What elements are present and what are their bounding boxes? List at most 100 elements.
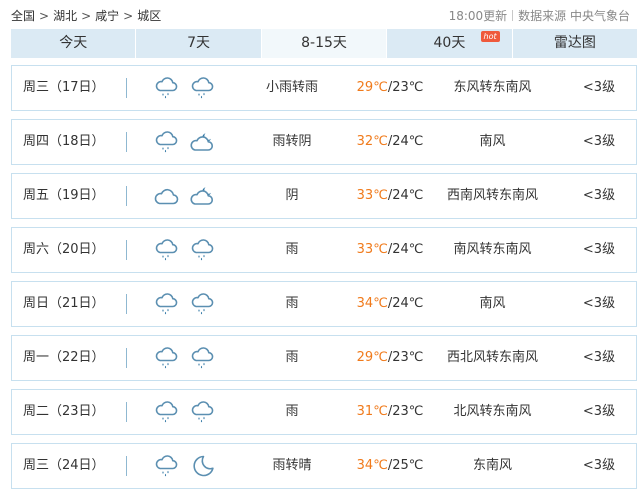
- temp-high: 29℃: [356, 350, 388, 365]
- top-bar: 全国 > 湖北 > 咸宁 > 城区 18:00更新 数据来源 中央气象台: [0, 0, 641, 30]
- temp-low: /24℃: [387, 134, 424, 149]
- forecast-row: 周三（17日） 小雨转雨 29℃/23℃ 东风转东南风 <3级: [11, 65, 637, 111]
- weather-description: 雨: [285, 350, 299, 365]
- update-time: 18:00更新: [448, 9, 508, 23]
- forecast-list: 周三（17日） 小雨转雨 29℃/23℃ 东风转东南风 <3级 周四（18日） …: [11, 65, 637, 497]
- temperature: 32℃/24℃: [352, 120, 428, 164]
- tab-label: 40天: [433, 35, 466, 51]
- temp-low: /24℃: [387, 296, 424, 311]
- rain-cloud-icon: [189, 292, 215, 316]
- wind-level: <3级: [582, 242, 616, 257]
- rain-cloud-icon: [153, 76, 179, 100]
- row-divider: [126, 294, 127, 314]
- weather-description: 雨: [285, 296, 299, 311]
- rain-cloud-icon: [153, 292, 179, 316]
- temperature: 33℃/24℃: [352, 228, 428, 272]
- wind-level: <3级: [582, 188, 616, 203]
- temp-high: 34℃: [356, 458, 388, 473]
- temp-high: 31℃: [356, 404, 388, 419]
- temp-high: 33℃: [356, 242, 388, 257]
- weather-icons: [153, 238, 215, 262]
- rain-cloud-icon: [189, 346, 215, 370]
- wind-level: <3级: [582, 80, 616, 95]
- temperature: 29℃/23℃: [352, 336, 428, 380]
- weather-icons: [153, 400, 215, 424]
- wind-direction: 南风: [479, 296, 506, 311]
- rain-cloud-icon: [153, 238, 179, 262]
- temp-low: /25℃: [387, 458, 424, 473]
- tab-today[interactable]: 今天: [11, 29, 137, 58]
- forecast-row: 周二（23日） 雨 31℃/23℃ 北风转东南风 <3级: [11, 389, 637, 435]
- weather-description: 雨转晴: [272, 458, 312, 473]
- day-label: 周三（17日）: [23, 80, 105, 95]
- temperature: 34℃/25℃: [352, 444, 428, 488]
- wind-direction: 北风转东南风: [453, 404, 532, 419]
- day-label: 周三（24日）: [23, 458, 105, 473]
- day-label: 周一（22日）: [23, 350, 105, 365]
- wind-direction: 西北风转东南风: [446, 350, 538, 365]
- breadcrumb-link-province[interactable]: 湖北: [53, 9, 77, 23]
- rain-cloud-icon: [189, 76, 215, 100]
- wind-level: <3级: [582, 134, 616, 149]
- divider: [512, 10, 514, 21]
- row-divider: [126, 456, 127, 476]
- rain-cloud-icon: [153, 346, 179, 370]
- row-divider: [126, 186, 127, 206]
- source-label: 数据来源 中央气象台: [518, 9, 630, 23]
- moon-icon: [189, 454, 215, 478]
- forecast-tabs: 今天 7天 8-15天 40天 hot 雷达图: [11, 29, 637, 58]
- temp-low: /23℃: [387, 80, 424, 95]
- forecast-row: 周五（19日） 阴 33℃/24℃ 西南风转东南风 <3级: [11, 173, 637, 219]
- weather-description: 雨: [285, 404, 299, 419]
- weather-description: 阴: [285, 188, 299, 203]
- forecast-row: 周六（20日） 雨 33℃/24℃ 南风转东南风 <3级: [11, 227, 637, 273]
- weather-icons: [153, 184, 215, 208]
- day-label: 周二（23日）: [23, 404, 105, 419]
- cloud-icon: [153, 184, 179, 208]
- tab-7-days[interactable]: 7天: [136, 29, 262, 58]
- wind-direction: 东风转东南风: [453, 80, 532, 95]
- breadcrumb-current-district: 城区: [137, 9, 162, 23]
- temperature: 34℃/24℃: [352, 282, 428, 326]
- weather-icons: [153, 130, 215, 154]
- temp-low: /24℃: [387, 242, 424, 257]
- breadcrumb-link-city[interactable]: 咸宁: [95, 9, 119, 23]
- temp-high: 34℃: [356, 296, 388, 311]
- temperature: 33℃/24℃: [352, 174, 428, 218]
- wind-level: <3级: [582, 458, 616, 473]
- weather-icons: [153, 76, 215, 100]
- row-divider: [126, 348, 127, 368]
- temperature: 29℃/23℃: [352, 66, 428, 110]
- rain-cloud-icon: [189, 400, 215, 424]
- forecast-row: 周三（24日） 雨转晴 34℃/25℃ 东南风 <3级: [11, 443, 637, 489]
- day-label: 周日（21日）: [23, 296, 105, 311]
- data-source-info: 18:00更新 数据来源 中央气象台: [449, 7, 630, 24]
- tab-40-days[interactable]: 40天 hot: [387, 29, 513, 58]
- forecast-row: 周日（21日） 雨 34℃/24℃ 南风 <3级: [11, 281, 637, 327]
- temp-high: 29℃: [356, 80, 388, 95]
- rain-cloud-icon: [153, 130, 179, 154]
- breadcrumb-separator: >: [81, 9, 92, 23]
- rain-cloud-icon: [153, 400, 179, 424]
- rain-cloud-icon: [153, 454, 179, 478]
- row-divider: [126, 132, 127, 152]
- wind-direction: 南风转东南风: [453, 242, 532, 257]
- breadcrumb-separator: >: [123, 9, 134, 23]
- tab-8-15-days[interactable]: 8-15天: [261, 29, 388, 58]
- row-divider: [126, 402, 127, 422]
- day-label: 周六（20日）: [23, 242, 105, 257]
- tab-radar[interactable]: 雷达图: [513, 29, 637, 58]
- weather-description: 雨: [285, 242, 299, 257]
- tab-label: 8-15天: [301, 35, 347, 51]
- temp-high: 32℃: [356, 134, 388, 149]
- temp-low: /24℃: [387, 188, 424, 203]
- breadcrumb-separator: >: [39, 9, 50, 23]
- weather-icons: [153, 454, 215, 478]
- weather-icons: [153, 292, 215, 316]
- wind-direction: 东南风: [472, 458, 512, 473]
- breadcrumb-link-country[interactable]: 全国: [11, 9, 35, 23]
- wind-level: <3级: [582, 296, 616, 311]
- cloudy-night-icon: [189, 130, 215, 154]
- day-label: 周五（19日）: [23, 188, 105, 203]
- wind-direction: 南风: [479, 134, 506, 149]
